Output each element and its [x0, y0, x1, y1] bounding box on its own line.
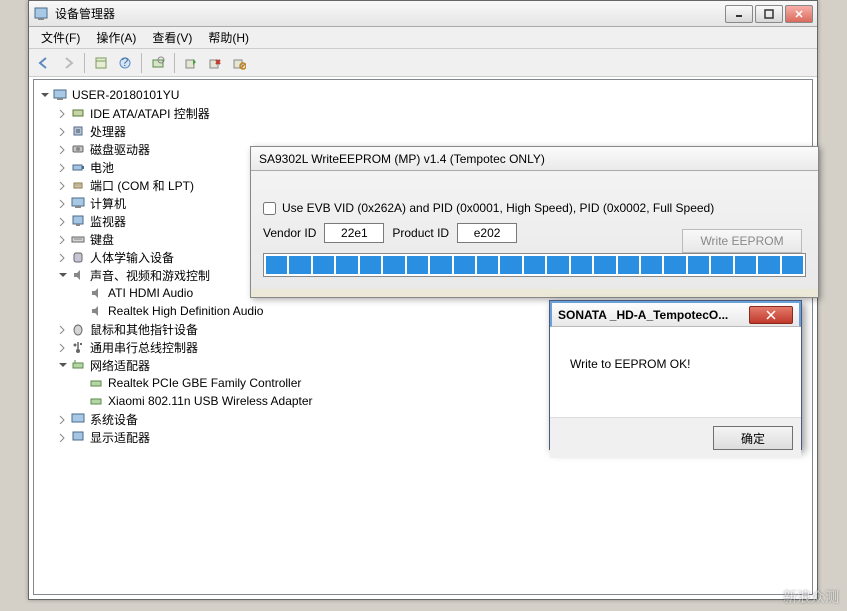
tree-label: 电池 [90, 159, 114, 176]
disable-button[interactable] [228, 52, 250, 74]
expand-icon[interactable] [56, 251, 68, 263]
battery-icon [70, 159, 86, 175]
expand-icon[interactable] [56, 179, 68, 191]
processor-icon [70, 123, 86, 139]
tree-item[interactable]: 处理器 [56, 122, 808, 140]
tree-label: 网络适配器 [90, 357, 150, 374]
tree-label: 显示适配器 [90, 429, 150, 446]
ok-button[interactable]: 确定 [713, 426, 793, 450]
use-evb-label: Use EVB VID (0x262A) and PID (0x0001, Hi… [282, 201, 714, 215]
watermark: 新浪众测 [783, 587, 839, 607]
menu-action[interactable]: 操作(A) [88, 27, 144, 48]
expand-icon[interactable] [56, 431, 68, 443]
toolbar: ? [29, 49, 817, 77]
network-icon [88, 375, 104, 391]
maximize-button[interactable] [755, 5, 783, 23]
keyboard-icon [70, 231, 86, 247]
tree-label: 端口 (COM 和 LPT) [90, 177, 194, 194]
tree-item[interactable]: IDE ATA/ATAPI 控制器 [56, 104, 808, 122]
message-dialog[interactable]: SONATA _HD-A_TempotecO... Write to EEPRO… [549, 300, 802, 450]
scan-hardware-button[interactable] [147, 52, 169, 74]
message-close-button[interactable] [749, 306, 793, 324]
expand-icon[interactable] [56, 215, 68, 227]
system-icon [70, 411, 86, 427]
back-button[interactable] [33, 52, 55, 74]
expand-icon[interactable] [56, 341, 68, 353]
tree-label: IDE ATA/ATAPI 控制器 [90, 105, 210, 122]
tree-label: USER-20180101YU [72, 88, 179, 102]
expand-icon[interactable] [56, 161, 68, 173]
collapse-icon[interactable] [56, 269, 68, 281]
monitor-icon [70, 213, 86, 229]
tree-label: 人体学输入设备 [90, 249, 174, 266]
tree-label: Realtek PCIe GBE Family Controller [108, 376, 301, 390]
expand-icon[interactable] [56, 413, 68, 425]
uninstall-button[interactable] [204, 52, 226, 74]
menubar: 文件(F) 操作(A) 查看(V) 帮助(H) [29, 27, 817, 49]
vendor-id-input[interactable] [324, 223, 384, 243]
tree-label: Xiaomi 802.11n USB Wireless Adapter [108, 394, 313, 408]
show-properties-button[interactable] [90, 52, 112, 74]
collapse-icon[interactable] [38, 89, 50, 101]
tree-label: 鼠标和其他指针设备 [90, 321, 198, 338]
menu-view[interactable]: 查看(V) [144, 27, 200, 48]
expand-icon[interactable] [56, 107, 68, 119]
tree-label: 声音、视频和游戏控制 [90, 267, 210, 284]
tree-label: Realtek High Definition Audio [108, 304, 263, 318]
tree-label: 系统设备 [90, 411, 138, 428]
computer-icon [52, 87, 68, 103]
tree-label: 键盘 [90, 231, 114, 248]
usb-icon [70, 339, 86, 355]
expand-icon[interactable] [56, 125, 68, 137]
tree-label: 计算机 [90, 195, 126, 212]
ide-icon [70, 105, 86, 121]
disk-icon [70, 141, 86, 157]
port-icon [70, 177, 86, 193]
expand-icon[interactable] [56, 233, 68, 245]
expand-icon[interactable] [56, 323, 68, 335]
message-title-text: SONATA _HD-A_TempotecO... [558, 308, 749, 322]
sound-icon [70, 267, 86, 283]
sound-icon [88, 303, 104, 319]
hid-icon [70, 249, 86, 265]
tree-label: ATI HDMI Audio [108, 286, 193, 300]
tree-label: 监视器 [90, 213, 126, 230]
eeprom-title-text: SA9302L WriteEEPROM (MP) v1.4 (Tempotec … [259, 152, 545, 166]
message-body: Write to EEPROM OK! [550, 327, 801, 417]
eeprom-writer-window[interactable]: SA9302L WriteEEPROM (MP) v1.4 (Tempotec … [250, 146, 819, 298]
eeprom-titlebar[interactable]: SA9302L WriteEEPROM (MP) v1.4 (Tempotec … [251, 147, 818, 171]
message-text: Write to EEPROM OK! [570, 357, 690, 371]
progress-bar [263, 253, 806, 277]
computer-icon [70, 195, 86, 211]
help-button[interactable]: ? [114, 52, 136, 74]
collapse-icon[interactable] [56, 359, 68, 371]
tree-label: 处理器 [90, 123, 126, 140]
update-driver-button[interactable] [180, 52, 202, 74]
close-button[interactable] [785, 5, 813, 23]
vendor-id-label: Vendor ID [263, 226, 316, 240]
minimize-button[interactable] [725, 5, 753, 23]
write-eeprom-button[interactable]: Write EEPROM [682, 229, 802, 253]
network-icon [70, 357, 86, 373]
tree-root[interactable]: USER-20180101YU [38, 86, 808, 104]
app-icon [33, 6, 49, 22]
product-id-label: Product ID [392, 226, 449, 240]
titlebar[interactable]: 设备管理器 [29, 1, 817, 27]
window-title: 设备管理器 [55, 5, 725, 22]
menu-help[interactable]: 帮助(H) [200, 27, 257, 48]
forward-button[interactable] [57, 52, 79, 74]
message-titlebar[interactable]: SONATA _HD-A_TempotecO... [550, 301, 801, 327]
display-icon [70, 429, 86, 445]
network-icon [88, 393, 104, 409]
tree-label: 磁盘驱动器 [90, 141, 150, 158]
use-evb-checkbox[interactable] [263, 202, 276, 215]
menu-file[interactable]: 文件(F) [33, 27, 88, 48]
product-id-input[interactable] [457, 223, 517, 243]
sound-icon [88, 285, 104, 301]
svg-text:?: ? [122, 56, 129, 69]
expand-icon[interactable] [56, 197, 68, 209]
mouse-icon [70, 321, 86, 337]
tree-label: 通用串行总线控制器 [90, 339, 198, 356]
expand-icon[interactable] [56, 143, 68, 155]
